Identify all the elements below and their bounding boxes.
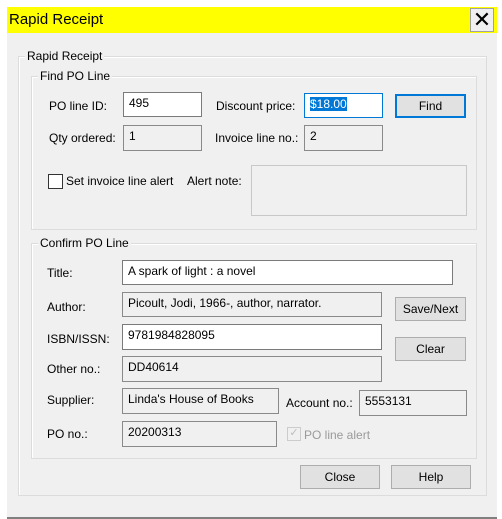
- po-no-label: PO no.:: [47, 427, 88, 441]
- other-no-label: Other no.:: [47, 362, 101, 376]
- title-label: Title:: [47, 266, 73, 280]
- clear-button[interactable]: Clear: [395, 337, 466, 361]
- title-bar: Rapid Receipt ✕: [7, 7, 497, 33]
- po-line-id-label: PO line ID:: [49, 99, 108, 113]
- author-label: Author:: [47, 300, 86, 314]
- account-no-field: 5553131: [359, 390, 467, 416]
- invoice-line-field: 2: [304, 125, 383, 151]
- title-input[interactable]: A spark of light : a novel: [122, 260, 453, 285]
- find-button[interactable]: Find: [395, 94, 466, 118]
- rapid-receipt-window: Rapid Receipt ✕ Rapid Receipt Find PO Li…: [7, 7, 497, 519]
- find-po-line-label: Find PO Line: [38, 69, 113, 83]
- discount-price-value: $18.00: [310, 97, 347, 111]
- window-title: Rapid Receipt: [9, 11, 104, 28]
- supplier-field: Linda's House of Books: [122, 388, 279, 414]
- save-next-button[interactable]: Save/Next: [395, 297, 466, 321]
- discount-price-label: Discount price:: [216, 99, 296, 113]
- invoice-line-label: Invoice line no.:: [215, 131, 299, 145]
- discount-price-input[interactable]: $18.00: [304, 93, 383, 118]
- alert-note-label: Alert note:: [187, 174, 242, 188]
- other-no-field: DD40614: [122, 356, 382, 382]
- supplier-label: Supplier:: [47, 393, 95, 407]
- close-icon: ✕: [472, 7, 492, 32]
- po-line-alert-checkbox[interactable]: ✓: [287, 427, 301, 441]
- qty-ordered-field: 1: [123, 125, 202, 151]
- help-button[interactable]: Help: [391, 465, 471, 489]
- po-no-field: 20200313: [122, 421, 277, 447]
- confirm-po-line-label: Confirm PO Line: [38, 236, 131, 250]
- isbn-input[interactable]: 9781984828095: [122, 324, 382, 350]
- rapid-receipt-group-label: Rapid Receipt: [25, 49, 105, 63]
- close-window-button[interactable]: ✕: [470, 8, 494, 32]
- qty-ordered-label: Qty ordered:: [49, 131, 116, 145]
- set-invoice-line-alert-label: Set invoice line alert: [66, 174, 174, 188]
- checkmark-icon: ✓: [289, 427, 299, 439]
- alert-note-textarea[interactable]: [251, 165, 467, 216]
- isbn-label: ISBN/ISSN:: [47, 332, 110, 346]
- po-line-alert-label: PO line alert: [304, 428, 371, 442]
- account-no-label: Account no.:: [286, 396, 353, 410]
- close-button[interactable]: Close: [300, 465, 380, 489]
- po-line-id-input[interactable]: 495: [123, 92, 202, 117]
- author-field: Picoult, Jodi, 1966-, author, narrator.: [122, 292, 382, 317]
- set-invoice-line-alert-checkbox[interactable]: [48, 174, 63, 189]
